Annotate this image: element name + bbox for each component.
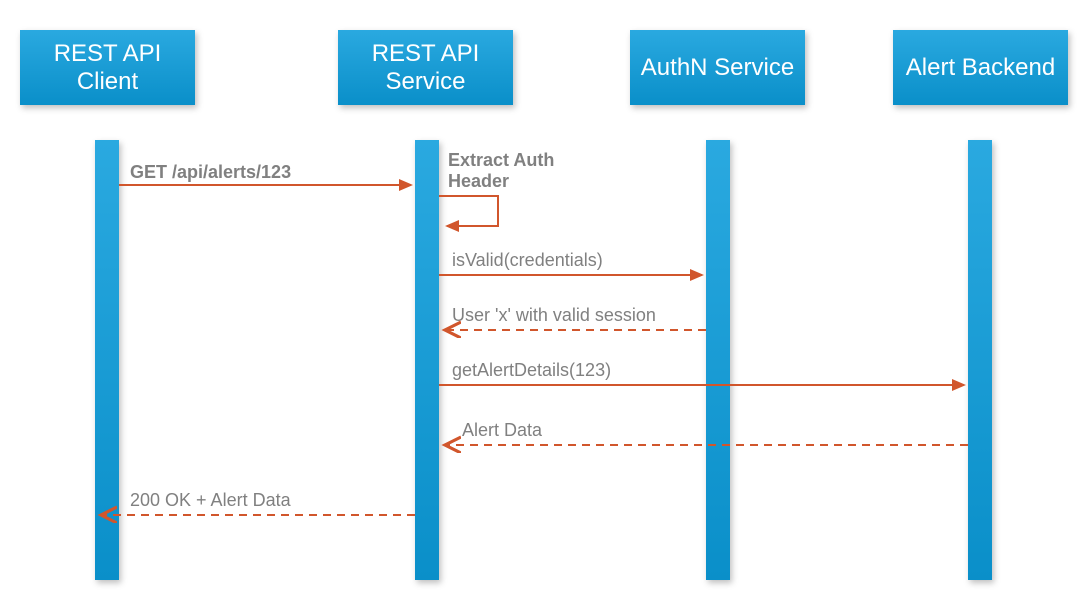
msg-200-ok: 200 OK + Alert Data [130, 490, 291, 511]
lifeline-rest-api-client [95, 140, 119, 580]
participant-label: REST API Client [26, 40, 189, 95]
arrow-extract-auth [439, 196, 498, 226]
participant-label: AuthN Service [641, 54, 794, 82]
participant-authn-service: AuthN Service [630, 30, 805, 105]
participant-rest-api-client: REST API Client [20, 30, 195, 105]
participant-label: Alert Backend [906, 54, 1055, 82]
lifeline-alert-backend [968, 140, 992, 580]
msg-get-alert-details: getAlertDetails(123) [452, 360, 611, 381]
msg-extract-auth-header: Extract Auth Header [448, 150, 568, 191]
lifeline-rest-api-service [415, 140, 439, 580]
msg-isvalid: isValid(credentials) [452, 250, 603, 271]
lifeline-authn-service [706, 140, 730, 580]
participant-rest-api-service: REST API Service [338, 30, 513, 105]
participant-alert-backend: Alert Backend [893, 30, 1068, 105]
participant-label: REST API Service [344, 40, 507, 95]
msg-alert-data: Alert Data [462, 420, 542, 441]
msg-get-alerts: GET /api/alerts/123 [130, 162, 291, 183]
msg-user-valid-session: User 'x' with valid session [452, 305, 656, 326]
